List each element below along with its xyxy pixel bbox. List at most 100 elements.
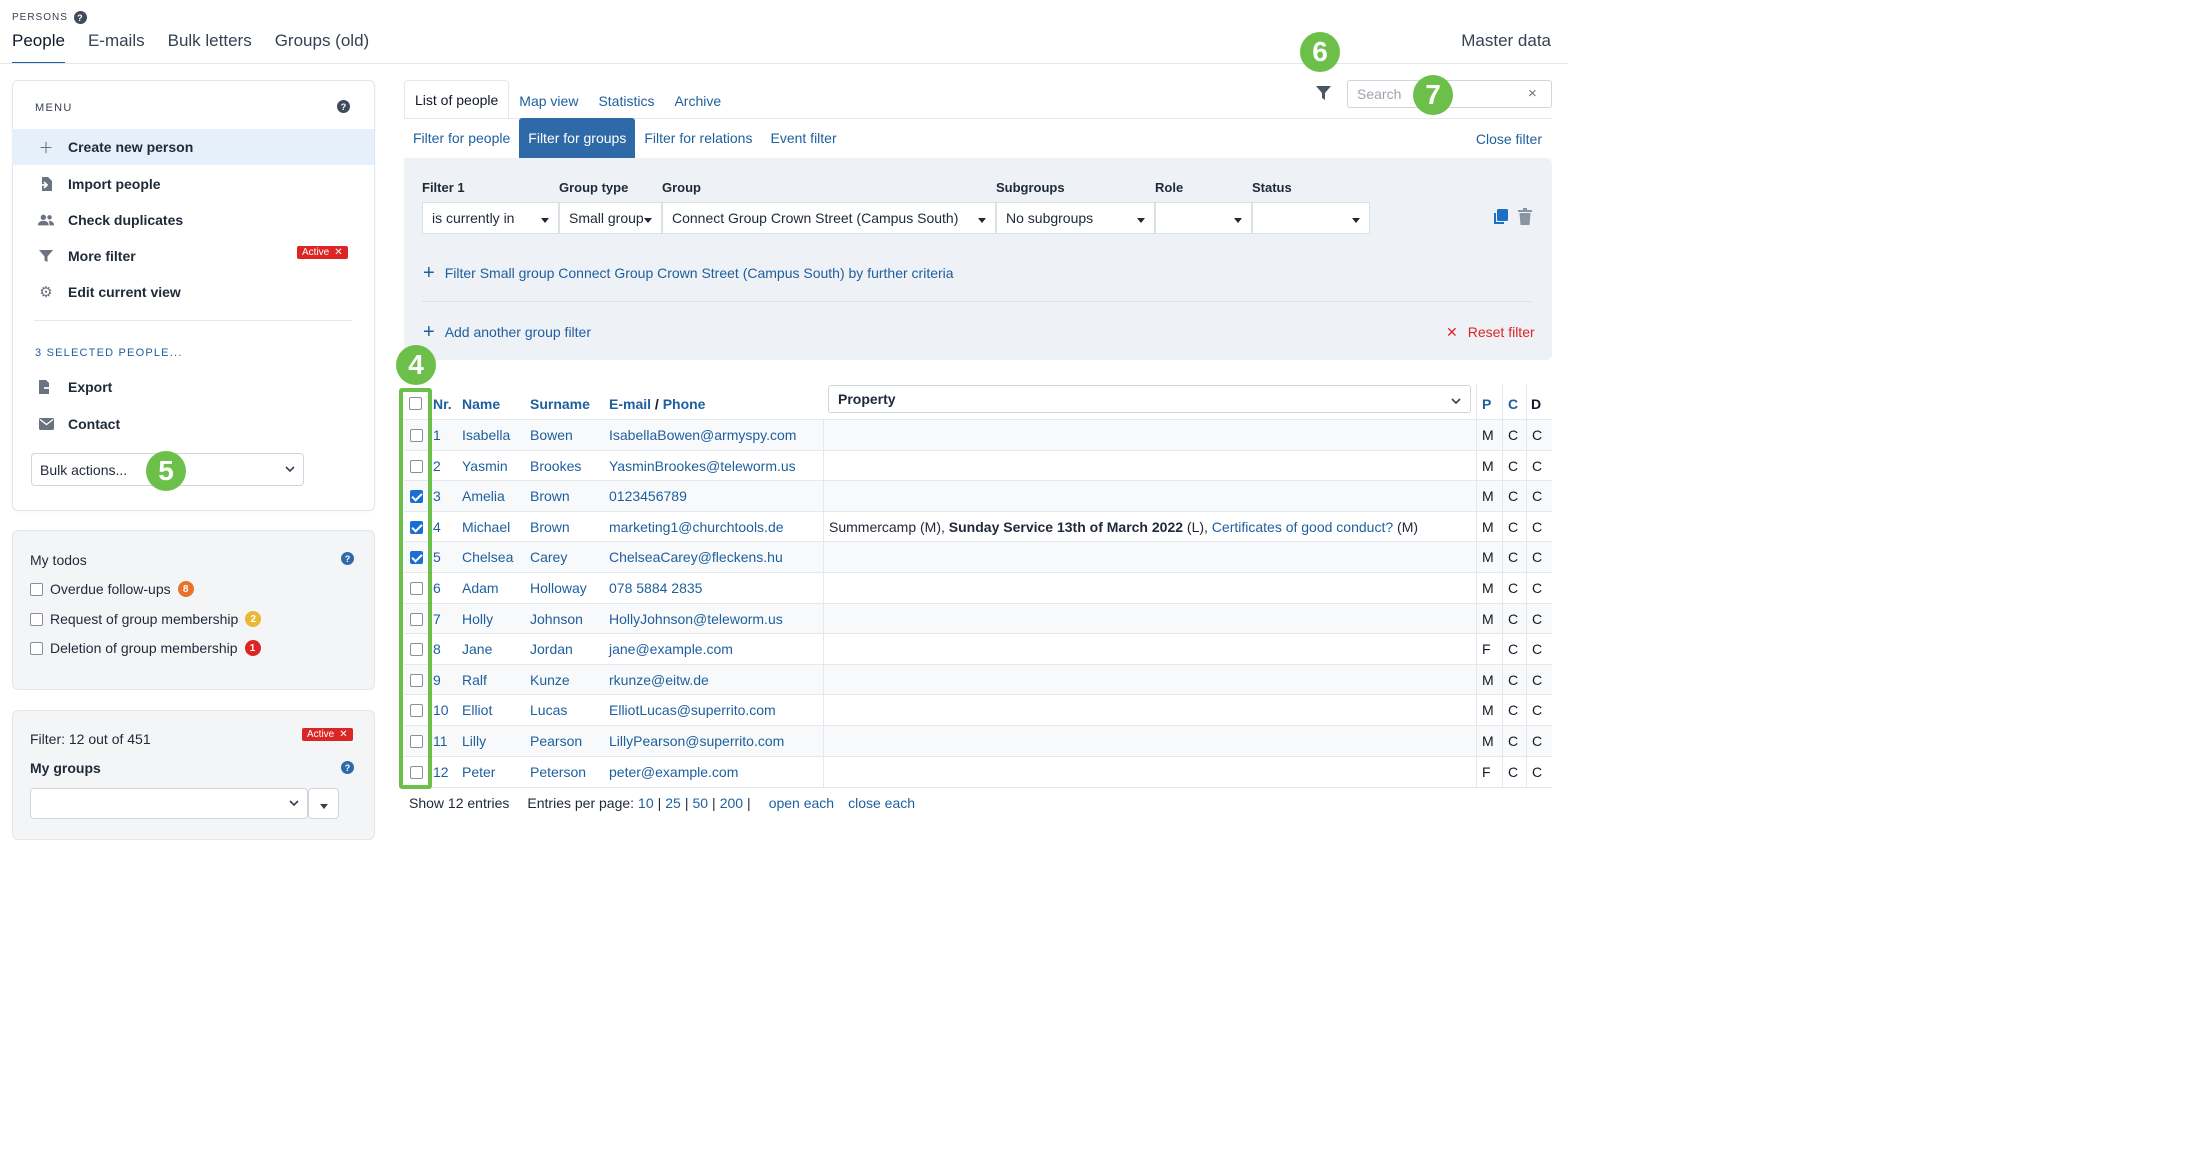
row-number[interactable]: 8 — [433, 641, 441, 657]
per-page-option-50[interactable]: 50 — [692, 795, 708, 811]
master-data-link[interactable]: Master data — [1461, 31, 1551, 51]
col-header-email[interactable]: E-mail — [609, 396, 651, 412]
row-number[interactable]: 5 — [433, 549, 441, 565]
row-number[interactable]: 12 — [433, 764, 449, 780]
todo-checkbox[interactable] — [30, 582, 43, 596]
table-row[interactable]: 11 Lilly Pearson LillyPearson@superrito.com… — [404, 724, 1552, 756]
close-icon[interactable]: ✕ — [334, 247, 342, 258]
todo-checkbox[interactable] — [30, 612, 43, 626]
group-select[interactable]: Connect Group Crown Street (Campus South… — [662, 202, 996, 234]
tab-emails[interactable]: E-mails — [88, 31, 145, 64]
menu-help-icon[interactable]: ? — [337, 100, 350, 113]
row-name[interactable]: Yasmin — [462, 458, 508, 474]
row-name[interactable]: Lilly — [462, 733, 486, 749]
row-contact[interactable]: ElliotLucas@superrito.com — [609, 702, 776, 718]
table-row[interactable]: 4 Michael Brown marketing1@churchtools.de Su… — [404, 510, 1552, 542]
close-filter-link[interactable]: Close filter — [1476, 131, 1542, 147]
close-icon[interactable]: ✕ — [339, 729, 347, 740]
col-header-d[interactable]: D — [1531, 396, 1541, 412]
row-surname[interactable]: Johnson — [530, 611, 583, 627]
my-groups-menu-button[interactable] — [308, 788, 339, 819]
tab-list-of-people[interactable]: List of people — [404, 80, 510, 119]
tab-event-filter[interactable]: Event filter — [761, 118, 845, 158]
table-row[interactable]: 1 Isabella Bowen IsabellaBowen@armyspy.com M… — [404, 419, 1552, 450]
row-surname[interactable]: Kunze — [530, 672, 570, 688]
row-number[interactable]: 10 — [433, 702, 449, 718]
menu-item-contact[interactable]: Contact — [12, 406, 374, 442]
tab-filter-groups[interactable]: Filter for groups — [519, 118, 636, 158]
table-row[interactable]: 7 Holly Johnson HollyJohnson@teleworm.us M C C — [404, 602, 1552, 634]
row-contact[interactable]: LillyPearson@superrito.com — [609, 733, 784, 749]
row-surname[interactable]: Bowen — [530, 427, 573, 443]
row-number[interactable]: 3 — [433, 488, 441, 504]
row-surname[interactable]: Brown — [530, 519, 570, 535]
row-name[interactable]: Isabella — [462, 427, 510, 443]
row-surname[interactable]: Peterson — [530, 764, 586, 780]
menu-item-create-person[interactable]: ＋ Create new person — [12, 129, 374, 165]
row-name[interactable]: Jane — [462, 641, 492, 657]
row-number[interactable]: 2 — [433, 458, 441, 474]
row-surname[interactable]: Lucas — [530, 702, 567, 718]
row-name[interactable]: Chelsea — [462, 549, 513, 565]
active-filter-badge[interactable]: Active ✕ — [297, 246, 348, 259]
clear-search-icon[interactable]: × — [1528, 85, 1537, 102]
reset-filter-link[interactable]: ✕ Reset filter — [1446, 324, 1535, 341]
table-row[interactable]: 9 Ralf Kunze rkunze@eitw.de M C C — [404, 663, 1552, 695]
row-contact[interactable]: peter@example.com — [609, 764, 738, 780]
per-page-option-10[interactable]: 10 — [638, 795, 654, 811]
row-contact[interactable]: IsabellaBowen@armyspy.com — [609, 427, 796, 443]
my-groups-select[interactable] — [30, 788, 308, 819]
row-name[interactable]: Michael — [462, 519, 510, 535]
row-surname[interactable]: Brown — [530, 488, 570, 504]
groups-active-badge[interactable]: Active ✕ — [302, 728, 353, 741]
table-row[interactable]: 8 Jane Jordan jane@example.com F C C — [404, 633, 1552, 664]
row-number[interactable]: 7 — [433, 611, 441, 627]
row-surname[interactable]: Carey — [530, 549, 567, 565]
col-header-phone[interactable]: Phone — [663, 396, 706, 412]
role-select[interactable] — [1155, 202, 1252, 234]
row-name[interactable]: Holly — [462, 611, 493, 627]
row-contact[interactable]: rkunze@eitw.de — [609, 672, 709, 688]
row-number[interactable]: 4 — [433, 519, 441, 535]
row-number[interactable]: 1 — [433, 427, 441, 443]
tab-people[interactable]: People — [12, 31, 65, 64]
row-name[interactable]: Peter — [462, 764, 495, 780]
menu-item-export[interactable]: Export — [12, 369, 374, 405]
tab-filter-relations[interactable]: Filter for relations — [635, 118, 761, 158]
group-type-select[interactable]: Small group — [559, 202, 662, 234]
tab-bulk-letters[interactable]: Bulk letters — [168, 31, 252, 64]
menu-item-edit-view[interactable]: ⚙ Edit current view — [12, 274, 374, 310]
row-contact[interactable]: jane@example.com — [609, 641, 733, 657]
per-page-option-25[interactable]: 25 — [665, 795, 681, 811]
row-surname[interactable]: Brookes — [530, 458, 581, 474]
tab-map-view[interactable]: Map view — [509, 82, 588, 119]
subgroups-select[interactable]: No subgroups — [996, 202, 1155, 234]
status-select[interactable] — [1252, 202, 1370, 234]
property-link[interactable]: Certificates of good conduct? — [1212, 519, 1393, 535]
col-header-nr[interactable]: Nr. — [433, 396, 452, 412]
property-select[interactable]: Property — [828, 385, 1471, 413]
menu-item-check-duplicates[interactable]: Check duplicates — [12, 202, 374, 238]
table-row[interactable]: 12 Peter Peterson peter@example.com F C C — [404, 755, 1552, 787]
help-icon[interactable]: ? — [73, 11, 87, 24]
todo-group-deletion[interactable]: Deletion of group membership 1 — [30, 640, 261, 656]
row-contact[interactable]: HollyJohnson@teleworm.us — [609, 611, 783, 627]
open-each-link[interactable]: open each — [769, 795, 834, 811]
tab-statistics[interactable]: Statistics — [588, 82, 664, 119]
row-surname[interactable]: Jordan — [530, 641, 573, 657]
row-contact[interactable]: YasminBrookes@teleworm.us — [609, 458, 796, 474]
col-header-c[interactable]: C — [1508, 396, 1518, 412]
col-header-surname[interactable]: Surname — [530, 396, 590, 412]
row-surname[interactable]: Holloway — [530, 580, 587, 596]
tab-archive[interactable]: Archive — [664, 82, 731, 119]
tab-filter-people[interactable]: Filter for people — [404, 118, 519, 158]
todos-help-icon[interactable]: ? — [341, 552, 354, 565]
row-contact[interactable]: 0123456789 — [609, 488, 687, 504]
row-number[interactable]: 11 — [433, 733, 448, 749]
todo-checkbox[interactable] — [30, 641, 43, 655]
per-page-option-200[interactable]: 200 — [720, 795, 743, 811]
row-number[interactable]: 9 — [433, 672, 441, 688]
row-contact[interactable]: marketing1@churchtools.de — [609, 519, 784, 535]
close-each-link[interactable]: close each — [848, 795, 915, 811]
row-name[interactable]: Amelia — [462, 488, 505, 504]
